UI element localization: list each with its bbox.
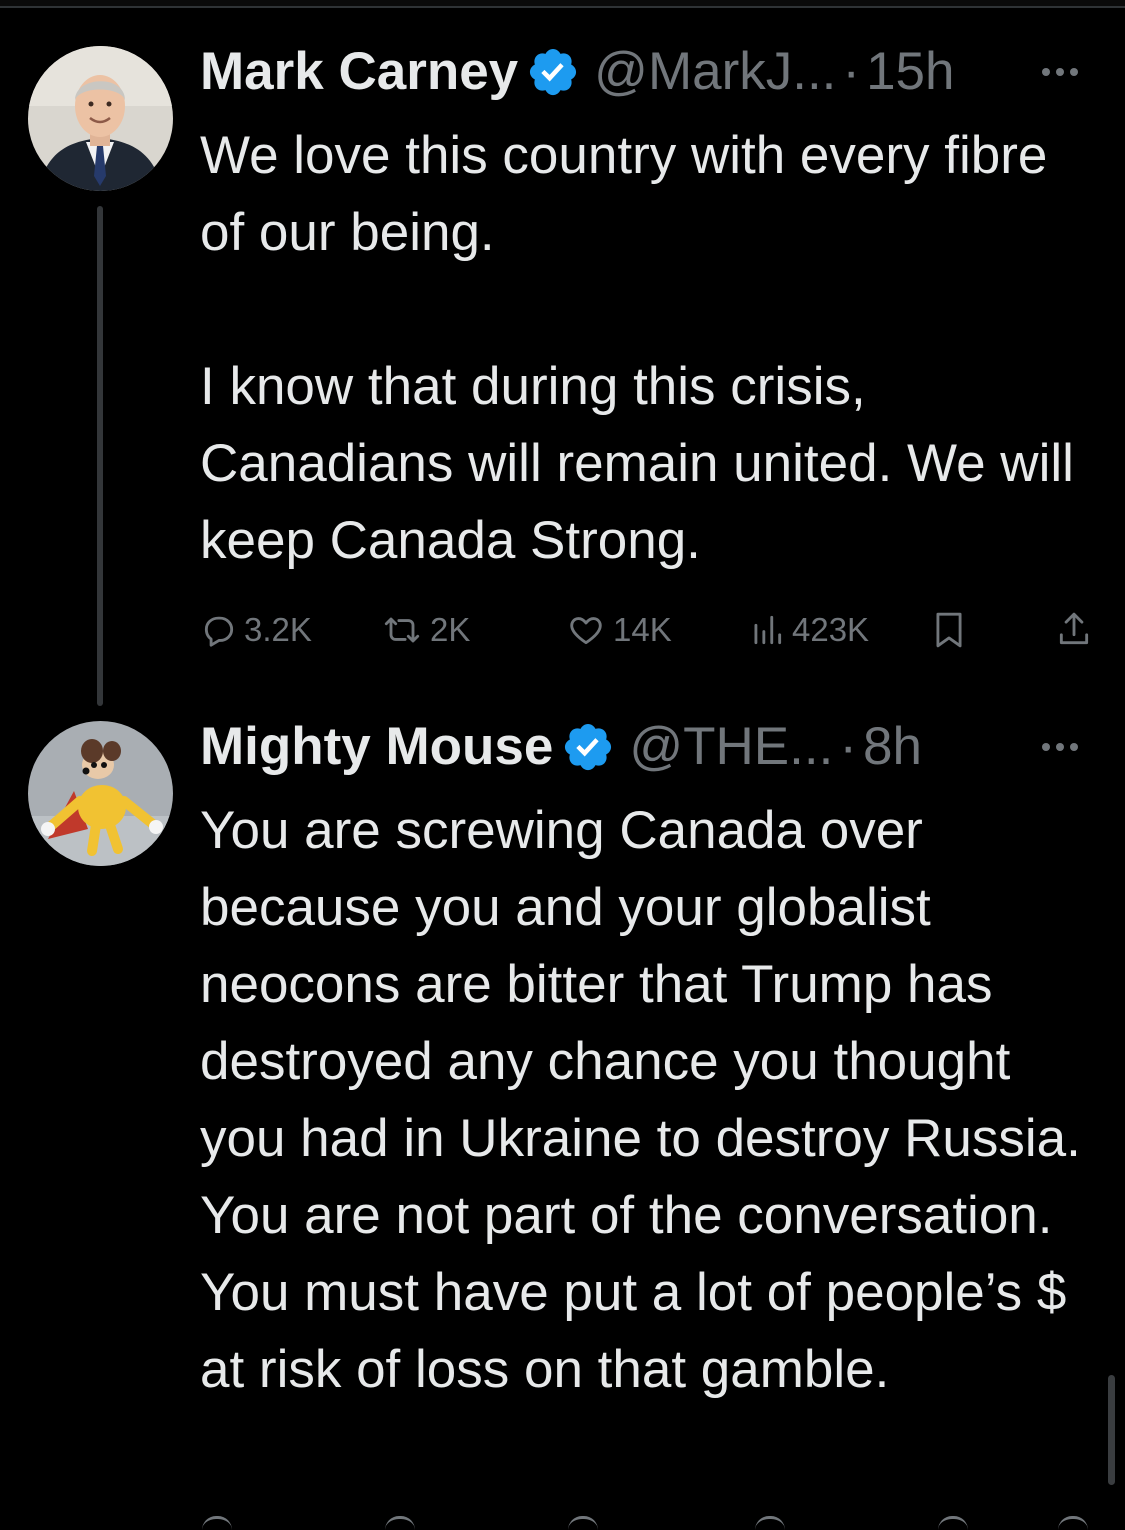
avatar[interactable] [28,721,173,866]
author-handle[interactable]: @MarkJ... [594,40,836,104]
repost-button[interactable]: 2K [380,605,470,655]
reply-button[interactable]: 3.2K [200,605,312,655]
reply-count: 3.2K [244,611,312,648]
verified-badge-icon [530,48,577,96]
tweet-text: You are screwing Canada over because you… [200,792,1105,1408]
tweet-header: Mighty Mouse @THE... · 8h [200,715,1095,779]
share-icon [1059,612,1089,645]
author-name[interactable]: Mighty Mouse [200,715,553,779]
verified-badge-icon [565,723,612,771]
separator-dot: · [842,42,861,101]
like-icon [570,617,602,645]
more-options-icon[interactable] [1025,40,1095,104]
tweet-header: Mark Carney @MarkJ... · 15h [200,40,1095,104]
tweet-actions: 3.2K 2K 14K 423K [200,605,1095,655]
views-count: 423K [792,611,870,648]
avatar-portrait-image [28,46,173,191]
tweet-text: We love this country with every fibre of… [200,117,1105,579]
author-name[interactable]: Mark Carney [200,40,518,104]
tweet-paragraph: I know that during this crisis, Canadian… [200,357,1074,570]
avatar-cartoon-image [28,721,173,866]
repost-count: 2K [430,611,471,648]
share-button[interactable] [1055,605,1099,655]
timestamp[interactable]: 8h [863,715,922,779]
reply-icon [204,616,234,647]
more-options-icon[interactable] [1025,715,1095,779]
bookmark-icon [936,612,962,648]
like-button[interactable]: 14K [565,605,672,655]
avatar[interactable] [28,46,173,191]
views-button[interactable]: 423K [748,605,869,655]
views-icon [754,615,782,645]
tweet-1[interactable]: Mark Carney @MarkJ... · 15h We love this… [0,0,1125,706]
scrollbar[interactable] [1108,1375,1115,1485]
timestamp[interactable]: 15h [866,40,954,104]
repost-icon [384,617,420,643]
like-count: 14K [613,611,672,648]
separator-dot: · [839,717,857,776]
tweet-paragraph: You are screwing Canada over because you… [200,801,1081,1399]
thread-line [97,206,103,706]
author-handle[interactable]: @THE... [629,715,833,779]
bookmark-button[interactable] [930,605,974,655]
tweet-2[interactable]: Mighty Mouse @THE... · 8h You are screwi… [0,700,1125,1528]
tweet-paragraph: We love this country with every fibre of… [200,126,1048,262]
